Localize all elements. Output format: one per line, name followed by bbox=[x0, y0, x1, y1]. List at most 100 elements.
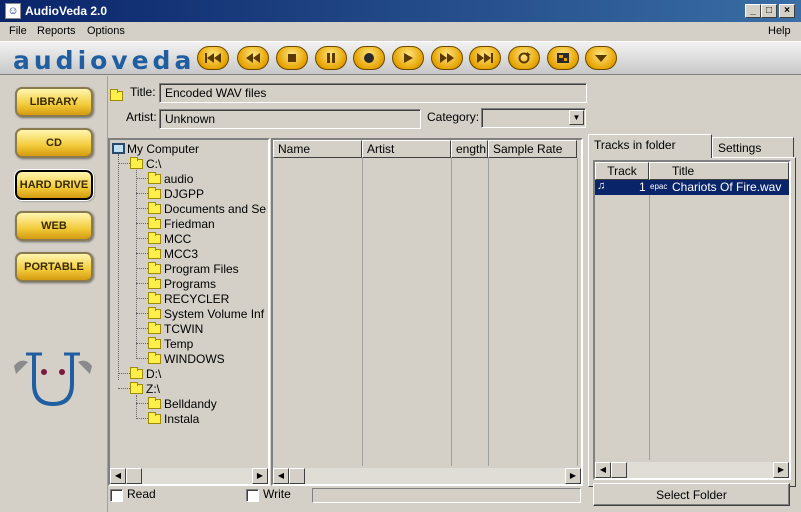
close-button[interactable]: × bbox=[779, 4, 795, 18]
title-field[interactable]: Encoded WAV files bbox=[159, 83, 587, 103]
tree-item-drive-c[interactable]: C:\ bbox=[130, 156, 161, 171]
web-button[interactable]: WEB bbox=[15, 211, 93, 241]
next-track-button[interactable] bbox=[469, 46, 501, 70]
maximize-button[interactable]: □ bbox=[761, 4, 777, 18]
column-length[interactable]: ength bbox=[451, 140, 488, 158]
scroll-thumb[interactable] bbox=[289, 468, 305, 484]
scroll-thumb[interactable] bbox=[126, 468, 142, 484]
folder-icon bbox=[130, 366, 143, 379]
folder-icon bbox=[148, 411, 161, 424]
folder-icon bbox=[148, 261, 161, 274]
folder-icon bbox=[130, 381, 143, 394]
cd-button[interactable]: CD bbox=[15, 128, 93, 158]
column-track[interactable]: Track bbox=[595, 162, 649, 180]
artist-field[interactable]: Unknown bbox=[159, 109, 421, 129]
tree-item-drive-d[interactable]: D:\ bbox=[130, 366, 161, 381]
select-folder-button[interactable]: Select Folder bbox=[593, 483, 790, 506]
tree-item-folder[interactable]: Friedman bbox=[148, 216, 215, 231]
rewind-button[interactable] bbox=[237, 46, 269, 70]
folder-icon bbox=[148, 306, 161, 319]
tree-item-folder[interactable]: Documents and Se bbox=[148, 201, 266, 216]
scroll-left-arrow-icon[interactable]: ◀ bbox=[110, 468, 126, 484]
tree-item-my-computer[interactable]: My Computer bbox=[112, 141, 199, 156]
tree-item-drive-z[interactable]: Z:\ bbox=[130, 381, 160, 396]
fast-forward-button[interactable] bbox=[431, 46, 463, 70]
fast-forward-icon bbox=[440, 53, 454, 63]
folder-icon bbox=[148, 321, 161, 334]
shuffle-icon bbox=[557, 53, 569, 63]
stop-button[interactable] bbox=[276, 46, 308, 70]
scroll-right-arrow-icon[interactable]: ▶ bbox=[252, 468, 268, 484]
play-button[interactable] bbox=[392, 46, 424, 70]
read-checkbox[interactable] bbox=[110, 489, 123, 502]
minimize-button[interactable]: _ bbox=[745, 4, 761, 18]
library-button[interactable]: LIBRARY bbox=[15, 87, 93, 117]
tree-item-folder[interactable]: DJGPP bbox=[148, 186, 204, 201]
track-row[interactable]: ♫ 1 epac Chariots Of Fire.wav bbox=[595, 180, 789, 195]
folder-icon bbox=[148, 336, 161, 349]
next-track-icon bbox=[477, 53, 493, 63]
scroll-left-arrow-icon[interactable]: ◀ bbox=[595, 462, 611, 478]
tree-item-folder[interactable]: MCC3 bbox=[148, 246, 198, 261]
chevron-down-icon[interactable]: ▼ bbox=[569, 110, 584, 125]
app-icon[interactable]: ☺ bbox=[5, 3, 21, 19]
play-icon bbox=[404, 53, 413, 63]
tree-item-folder[interactable]: Instala bbox=[148, 411, 199, 426]
column-artist[interactable]: Artist bbox=[362, 140, 451, 158]
player-toolbar: audioveda bbox=[0, 41, 801, 75]
folder-icon bbox=[148, 396, 161, 409]
shuffle-button[interactable] bbox=[547, 46, 579, 70]
eject-button[interactable] bbox=[585, 46, 617, 70]
tree-item-folder[interactable]: Programs bbox=[148, 276, 216, 291]
menu-help[interactable]: Help bbox=[768, 25, 791, 37]
pause-icon bbox=[327, 53, 335, 63]
title-bar: ☺ AudioVeda 2.0 _ □ × bbox=[0, 0, 801, 22]
tree-item-folder[interactable]: RECYCLER bbox=[148, 291, 229, 306]
folder-icon bbox=[148, 171, 161, 184]
scroll-thumb[interactable] bbox=[611, 462, 627, 478]
tree-item-folder[interactable]: Belldandy bbox=[148, 396, 217, 411]
scroll-right-arrow-icon[interactable]: ▶ bbox=[565, 468, 581, 484]
track-number: 1 bbox=[639, 180, 646, 194]
tree-item-folder[interactable]: audio bbox=[148, 171, 193, 186]
stop-icon bbox=[288, 54, 296, 62]
folder-icon bbox=[148, 231, 161, 244]
scroll-right-arrow-icon[interactable]: ▶ bbox=[773, 462, 789, 478]
record-button[interactable] bbox=[353, 46, 385, 70]
tree-item-folder[interactable]: System Volume Inf bbox=[148, 306, 264, 321]
track-tag: epac bbox=[650, 182, 668, 191]
column-sample-rate[interactable]: Sample Rate bbox=[488, 140, 577, 158]
tree-item-folder[interactable]: Program Files bbox=[148, 261, 239, 276]
repeat-button[interactable] bbox=[508, 46, 540, 70]
filelist-horizontal-scrollbar[interactable]: ◀ ▶ bbox=[273, 468, 581, 484]
tree-horizontal-scrollbar[interactable]: ◀ ▶ bbox=[110, 468, 268, 484]
tree-item-folder[interactable]: Temp bbox=[148, 336, 193, 351]
tracks-horizontal-scrollbar[interactable]: ◀ ▶ bbox=[595, 462, 789, 478]
column-name[interactable]: Name bbox=[273, 140, 362, 158]
portable-button[interactable]: PORTABLE bbox=[15, 252, 93, 282]
write-checkbox[interactable] bbox=[246, 489, 259, 502]
category-dropdown[interactable]: ▼ bbox=[481, 108, 586, 128]
tree-item-folder[interactable]: TCWIN bbox=[148, 321, 203, 336]
tracks-list: Track Title ♫ 1 epac Chariots Of Fire.wa… bbox=[593, 160, 791, 480]
menu-options[interactable]: Options bbox=[87, 25, 125, 37]
menu-reports[interactable]: Reports bbox=[37, 25, 76, 37]
folder-icon bbox=[148, 186, 161, 199]
tree-item-folder[interactable]: WINDOWS bbox=[148, 351, 225, 366]
repeat-icon bbox=[518, 52, 531, 64]
scroll-left-arrow-icon[interactable]: ◀ bbox=[273, 468, 289, 484]
tab-settings[interactable]: Settings bbox=[712, 137, 794, 158]
prev-track-button[interactable] bbox=[197, 46, 229, 70]
column-title[interactable]: Title bbox=[649, 162, 789, 180]
menu-file[interactable]: File bbox=[9, 25, 27, 37]
open-folder-icon bbox=[110, 89, 124, 101]
tree-item-folder[interactable]: MCC bbox=[148, 231, 191, 246]
folder-icon bbox=[148, 291, 161, 304]
prev-track-icon bbox=[205, 53, 221, 63]
window-title: AudioVeda 2.0 bbox=[25, 4, 108, 18]
pause-button[interactable] bbox=[315, 46, 347, 70]
tab-tracks-in-folder[interactable]: Tracks in folder bbox=[588, 134, 712, 158]
folder-icon bbox=[148, 351, 161, 364]
hard-drive-button[interactable]: HARD DRIVE bbox=[14, 169, 94, 201]
folder-tree: My Computer C:\ audio DJGPP Documents and … bbox=[108, 138, 270, 486]
